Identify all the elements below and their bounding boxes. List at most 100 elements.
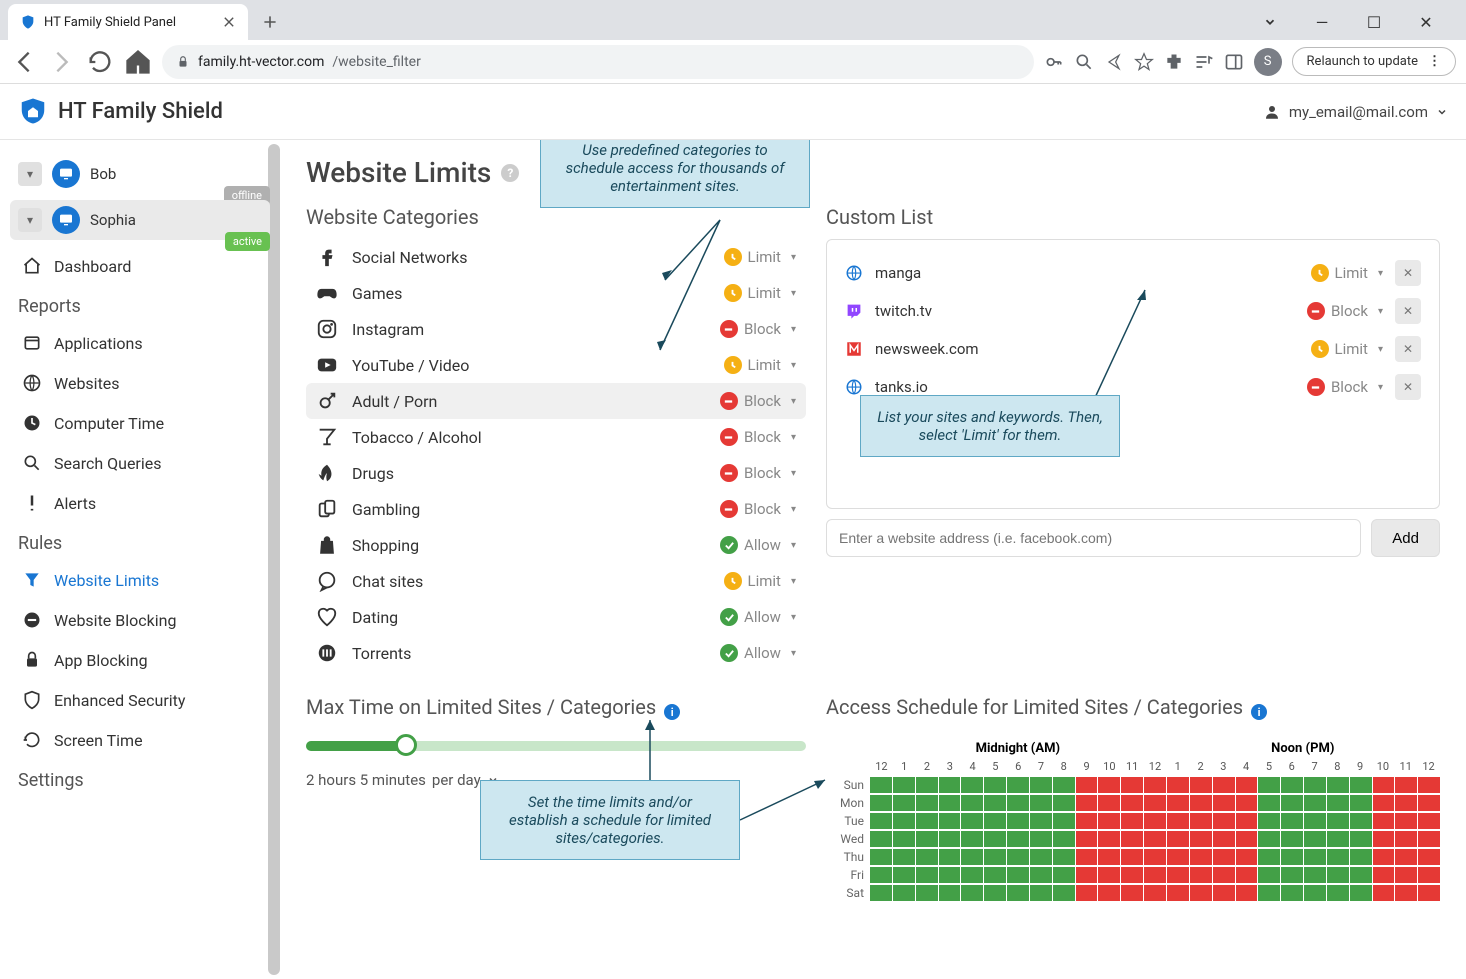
schedule-cell[interactable] [893, 849, 915, 865]
schedule-cell[interactable] [1213, 885, 1235, 901]
schedule-cell[interactable] [1190, 795, 1212, 811]
schedule-cell[interactable] [939, 795, 961, 811]
status-selector[interactable]: Limit ▾ [724, 284, 796, 302]
schedule-cell[interactable] [1281, 795, 1303, 811]
schedule-cell[interactable] [1213, 777, 1235, 793]
schedule-cell[interactable] [1281, 867, 1303, 883]
home-button[interactable] [124, 48, 152, 76]
tab-close-icon[interactable] [222, 15, 236, 29]
category-row[interactable]: Shopping Allow ▾ [306, 527, 806, 563]
schedule-cell[interactable] [1373, 795, 1395, 811]
status-selector[interactable]: Block ▾ [720, 320, 796, 338]
schedule-cell[interactable] [1007, 795, 1029, 811]
status-selector[interactable]: Limit ▾ [1311, 340, 1383, 358]
nav-alerts[interactable]: Alerts [10, 483, 270, 523]
schedule-cell[interactable] [1304, 813, 1326, 829]
schedule-cell[interactable] [984, 867, 1006, 883]
schedule-cell[interactable] [916, 795, 938, 811]
schedule-cell[interactable] [1373, 867, 1395, 883]
status-selector[interactable]: Limit ▾ [724, 248, 796, 266]
schedule-cell[interactable] [870, 777, 892, 793]
schedule-cell[interactable] [893, 813, 915, 829]
schedule-cell[interactable] [961, 885, 983, 901]
schedule-cell[interactable] [1281, 849, 1303, 865]
schedule-cell[interactable] [1373, 777, 1395, 793]
schedule-cell[interactable] [1418, 813, 1440, 829]
schedule-cell[interactable] [916, 777, 938, 793]
schedule-cell[interactable] [893, 867, 915, 883]
schedule-cell[interactable] [1053, 885, 1075, 901]
schedule-cell[interactable] [1304, 795, 1326, 811]
schedule-cell[interactable] [916, 849, 938, 865]
schedule-cell[interactable] [1167, 813, 1189, 829]
schedule-cell[interactable] [1190, 813, 1212, 829]
schedule-cell[interactable] [1327, 885, 1349, 901]
category-row[interactable]: Social Networks Limit ▾ [306, 239, 806, 275]
schedule-cell[interactable] [1350, 885, 1372, 901]
schedule-cell[interactable] [916, 813, 938, 829]
category-row[interactable]: Chat sites Limit ▾ [306, 563, 806, 599]
schedule-cell[interactable] [1098, 795, 1120, 811]
category-row[interactable]: Torrents Allow ▾ [306, 635, 806, 671]
nav-computer-time[interactable]: Computer Time [10, 403, 270, 443]
schedule-cell[interactable] [1281, 813, 1303, 829]
delete-button[interactable]: ✕ [1395, 260, 1421, 286]
schedule-cell[interactable] [1167, 795, 1189, 811]
schedule-cell[interactable] [1007, 813, 1029, 829]
schedule-cell[interactable] [1304, 849, 1326, 865]
schedule-cell[interactable] [870, 849, 892, 865]
schedule-cell[interactable] [1190, 885, 1212, 901]
schedule-cell[interactable] [939, 849, 961, 865]
schedule-cell[interactable] [1121, 831, 1143, 847]
schedule-cell[interactable] [870, 885, 892, 901]
schedule-cell[interactable] [1098, 849, 1120, 865]
schedule-cell[interactable] [1098, 831, 1120, 847]
schedule-cell[interactable] [1373, 831, 1395, 847]
sidebar-user-bob[interactable]: ▾ Bob offline [10, 154, 270, 194]
schedule-cell[interactable] [1144, 813, 1166, 829]
schedule-cell[interactable] [1167, 885, 1189, 901]
expand-icon[interactable]: ▾ [18, 208, 42, 232]
schedule-cell[interactable] [961, 795, 983, 811]
add-button[interactable]: Add [1371, 519, 1440, 557]
status-selector[interactable]: Allow ▾ [720, 644, 796, 662]
reload-button[interactable] [86, 48, 114, 76]
schedule-cell[interactable] [1053, 867, 1075, 883]
schedule-cell[interactable] [1418, 867, 1440, 883]
schedule-cell[interactable] [1053, 849, 1075, 865]
schedule-cell[interactable] [1053, 831, 1075, 847]
schedule-cell[interactable] [1395, 885, 1417, 901]
schedule-cell[interactable] [1030, 795, 1052, 811]
schedule-cell[interactable] [1098, 885, 1120, 901]
schedule-cell[interactable] [1327, 849, 1349, 865]
info-icon[interactable]: i [1251, 704, 1267, 720]
schedule-cell[interactable] [1327, 795, 1349, 811]
schedule-cell[interactable] [1236, 795, 1258, 811]
schedule-cell[interactable] [1258, 849, 1280, 865]
schedule-cell[interactable] [1144, 885, 1166, 901]
star-icon[interactable] [1134, 52, 1154, 72]
schedule-cell[interactable] [916, 867, 938, 883]
schedule-cell[interactable] [1350, 831, 1372, 847]
schedule-cell[interactable] [1053, 795, 1075, 811]
nav-applications[interactable]: Applications [10, 323, 270, 363]
status-selector[interactable]: Block ▾ [1307, 378, 1383, 396]
schedule-cell[interactable] [1007, 885, 1029, 901]
schedule-cell[interactable] [1281, 831, 1303, 847]
minimize-button[interactable]: — [1302, 7, 1342, 37]
schedule-cell[interactable] [1236, 813, 1258, 829]
share-icon[interactable] [1104, 52, 1124, 72]
maximize-button[interactable]: ☐ [1354, 7, 1394, 37]
schedule-cell[interactable] [1236, 777, 1258, 793]
schedule-cell[interactable] [1121, 777, 1143, 793]
schedule-cell[interactable] [1418, 777, 1440, 793]
schedule-cell[interactable] [961, 867, 983, 883]
schedule-cell[interactable] [1236, 849, 1258, 865]
new-tab-button[interactable] [256, 8, 284, 36]
schedule-cell[interactable] [1304, 885, 1326, 901]
schedule-cell[interactable] [1190, 849, 1212, 865]
schedule-cell[interactable] [1327, 867, 1349, 883]
schedule-cell[interactable] [939, 777, 961, 793]
schedule-cell[interactable] [1304, 867, 1326, 883]
schedule-cell[interactable] [1030, 777, 1052, 793]
